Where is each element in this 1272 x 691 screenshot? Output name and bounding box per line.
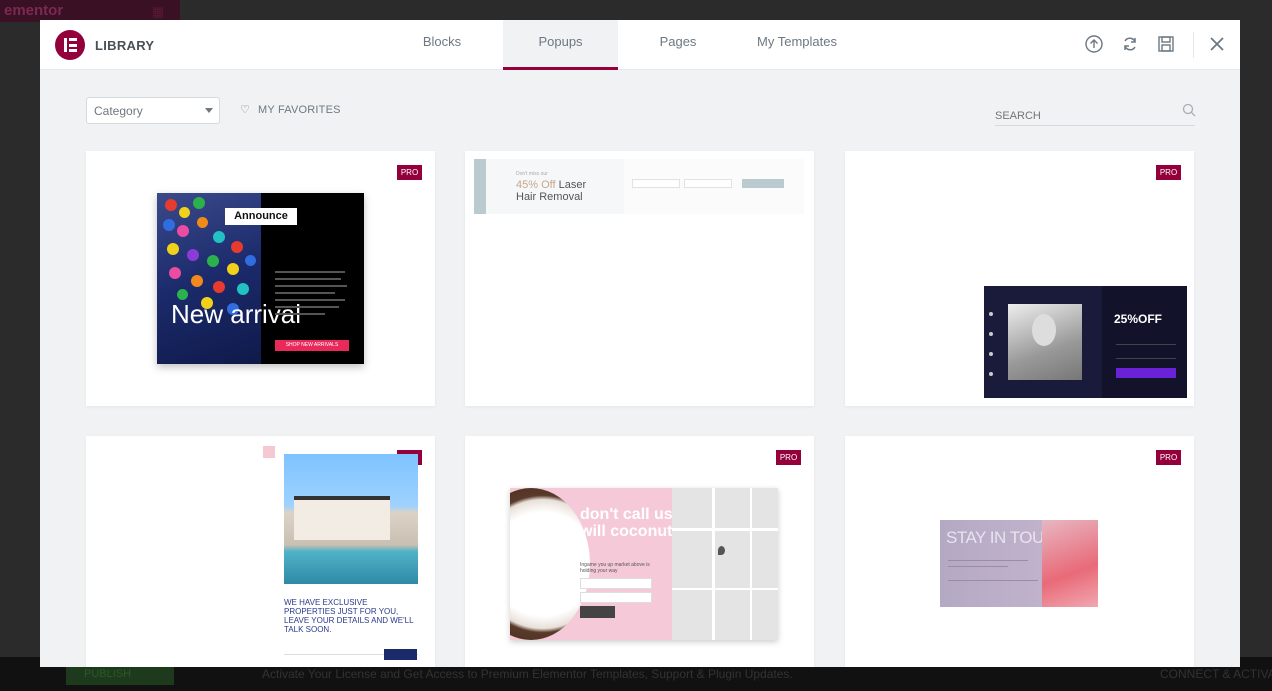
template-card-new-arrival[interactable]: PRO Announce New arrival SHOP NEW ARRIVA… bbox=[86, 151, 435, 406]
save-icon[interactable] bbox=[1156, 34, 1176, 54]
my-favorites-label: MY FAVORITES bbox=[258, 104, 341, 116]
pro-badge: PRO bbox=[1156, 165, 1181, 180]
template-preview: Don't miss our 45% Off Laser Hair Remova… bbox=[474, 159, 804, 214]
template-card-coconut[interactable]: PRO don't call us we will coconut you In… bbox=[465, 436, 814, 667]
category-select[interactable]: Category bbox=[86, 97, 220, 124]
template-card-25-off[interactable]: PRO 25%OFF bbox=[845, 151, 1194, 406]
publish-button: PUBLISH bbox=[66, 665, 174, 685]
shop-button: SHOP NEW ARRIVALS bbox=[275, 340, 349, 351]
sync-icon[interactable] bbox=[1120, 34, 1140, 54]
my-favorites-filter[interactable]: ♡ MY FAVORITES bbox=[240, 103, 341, 116]
connect-link: CONNECT & ACTIVATE bbox=[1160, 667, 1272, 681]
template-card-laser-hair[interactable]: PRO Don't miss our 45% Off Laser Hair Re… bbox=[465, 151, 814, 406]
tab-blocks[interactable]: Blocks bbox=[404, 20, 480, 70]
preview-small-text: Don't miss our bbox=[516, 171, 548, 177]
search-icon bbox=[1182, 103, 1196, 117]
heart-icon: ♡ bbox=[240, 104, 251, 116]
chevron-down-icon bbox=[205, 108, 213, 113]
editor-right-panel bbox=[1240, 40, 1272, 440]
properties-text: WE HAVE EXCLUSIVE PROPERTIES JUST FOR YO… bbox=[284, 598, 414, 634]
tab-popups[interactable]: Popups bbox=[503, 20, 618, 70]
elementor-logo-icon bbox=[55, 30, 85, 60]
template-preview: STAY IN TOUCH bbox=[940, 520, 1098, 607]
announce-label: Announce bbox=[225, 208, 297, 225]
coconut-image bbox=[510, 488, 590, 640]
pro-badge: PRO bbox=[1156, 450, 1181, 465]
preview-close-icon bbox=[263, 446, 275, 458]
tab-my-templates[interactable]: My Templates bbox=[742, 20, 852, 70]
template-card-properties[interactable]: PRO WE HAVE EXCLUSIVE PROPERTIES JUST FO… bbox=[86, 436, 435, 667]
house-photo bbox=[284, 454, 418, 584]
close-icon[interactable] bbox=[1207, 34, 1227, 54]
modal-header: LIBRARY Blocks Popups Pages My Templates bbox=[40, 20, 1240, 70]
template-preview: 25%OFF bbox=[984, 286, 1187, 398]
pro-badge: PRO bbox=[776, 450, 801, 465]
upload-icon[interactable] bbox=[1084, 34, 1104, 54]
template-preview: Announce New arrival SHOP NEW ARRIVALS bbox=[157, 193, 364, 364]
tab-pages[interactable]: Pages bbox=[638, 20, 718, 70]
pro-badge: PRO bbox=[397, 165, 422, 180]
header-divider bbox=[1193, 32, 1194, 58]
template-preview: don't call us we will coconut you Ingame… bbox=[510, 488, 778, 640]
template-card-stay-in-touch[interactable]: PRO STAY IN TOUCH bbox=[845, 436, 1194, 667]
license-notice: Activate Your License and Get Access to … bbox=[262, 667, 793, 681]
grid-icon: ▦ bbox=[152, 4, 165, 19]
coconut-subtext: Ingame you up market above is holding yo… bbox=[580, 562, 650, 574]
preview-title: 45% Off Laser Hair Removal bbox=[516, 179, 587, 203]
library-modal: LIBRARY Blocks Popups Pages My Templates… bbox=[40, 20, 1240, 667]
map-preview bbox=[672, 488, 778, 640]
search-input[interactable] bbox=[995, 100, 1195, 126]
offer-text: 25%OFF bbox=[1114, 312, 1163, 326]
category-select-value: Category bbox=[94, 104, 143, 118]
body-text-lines bbox=[275, 271, 349, 320]
library-title: LIBRARY bbox=[95, 38, 155, 53]
